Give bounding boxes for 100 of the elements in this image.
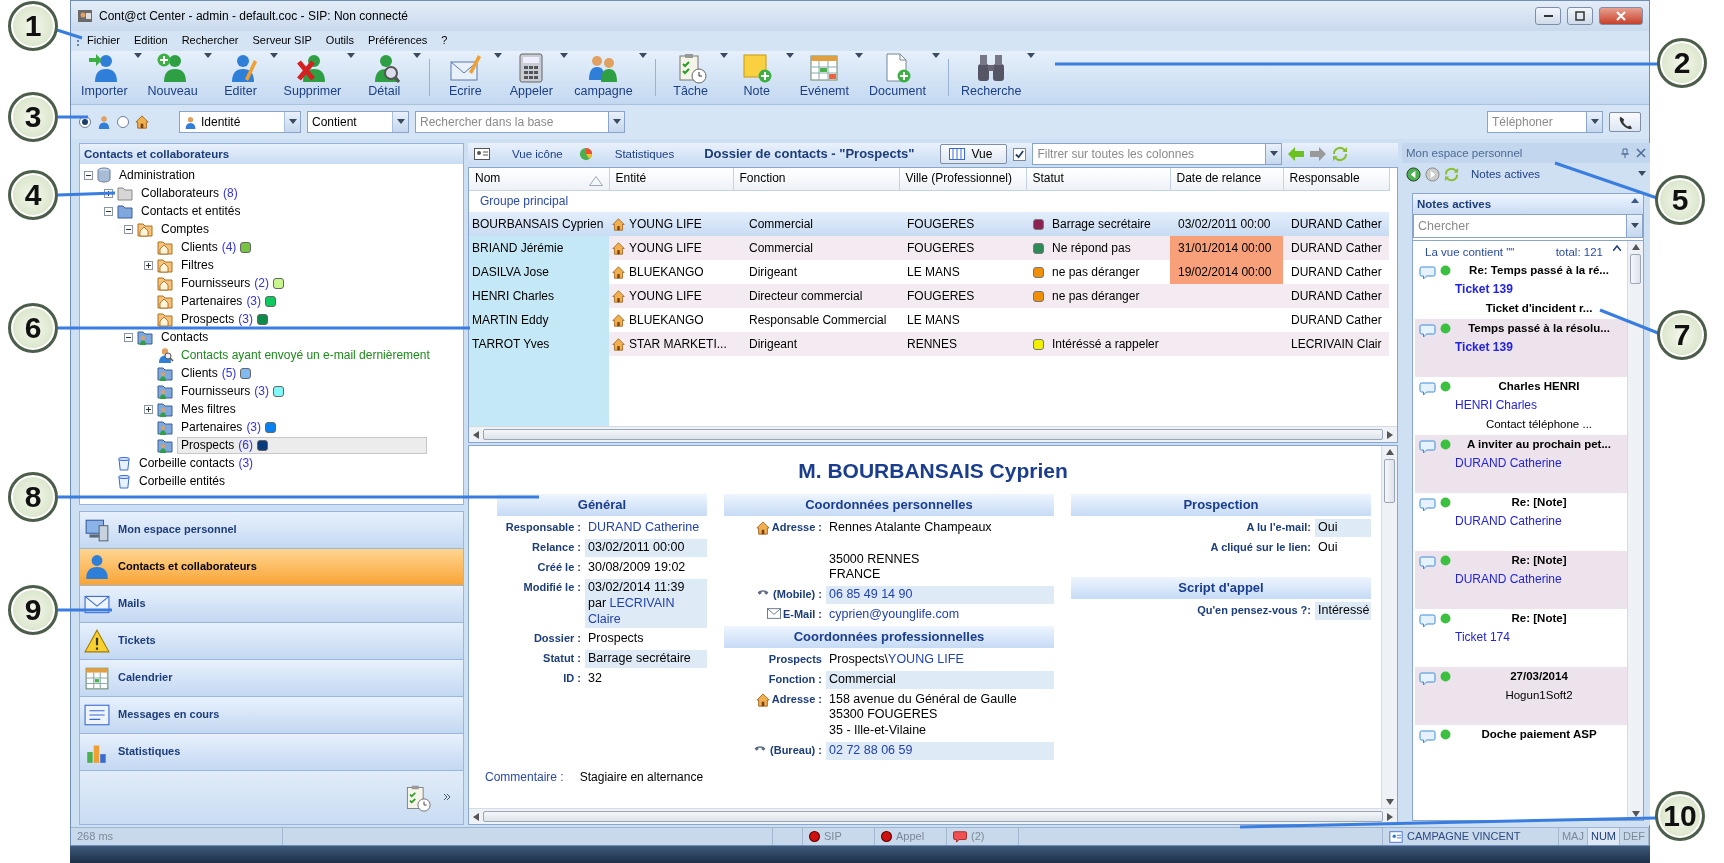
- toolbar-button[interactable]: Ecrire: [438, 53, 493, 102]
- field-dropdown[interactable]: Identité: [179, 111, 301, 133]
- dropdown-caret-icon[interactable]: [413, 53, 422, 59]
- tree-item[interactable]: Comptes: [157, 220, 214, 238]
- tree-item[interactable]: Administration: [115, 166, 200, 184]
- menu-item[interactable]: Serveur SIP: [245, 34, 319, 48]
- tree-item[interactable]: Mes filtres: [177, 400, 240, 418]
- collapse-icon[interactable]: [1613, 245, 1621, 251]
- tree-item[interactable]: Contacts ayant envoyé un e-mail dernièrement: [177, 346, 434, 364]
- menu-item[interactable]: Préférences: [360, 34, 435, 48]
- toolbar-button[interactable]: Recherche: [956, 53, 1026, 102]
- dropdown-caret-icon[interactable]: [931, 53, 940, 59]
- note-link[interactable]: HENRI Charles: [1455, 397, 1623, 413]
- note-link[interactable]: Ticket 139: [1455, 339, 1623, 355]
- dropdown-button[interactable]: [609, 111, 625, 133]
- tree-toggle[interactable]: [124, 332, 133, 342]
- tree-item[interactable]: Partenaires (3): [177, 292, 281, 310]
- tree-item[interactable]: Clients (4): [177, 238, 256, 256]
- table-row[interactable]: DASILVA Jose BLUEKANGO Dirigeant LE MANS ne pas déranger 19/02/2014 00:00 DURAND Cather: [469, 260, 1389, 284]
- tree-item[interactable]: Corbeille contacts (3): [135, 454, 258, 472]
- toolbar-button[interactable]: Détail: [357, 53, 412, 102]
- nav-item[interactable]: Messages en cours: [79, 696, 464, 734]
- column-header[interactable]: Responsable: [1283, 168, 1389, 190]
- tree-toggle[interactable]: [144, 404, 153, 414]
- minimize-button[interactable]: [1535, 7, 1561, 25]
- column-header[interactable]: Fonction: [733, 168, 899, 190]
- dropdown-caret-icon[interactable]: [785, 53, 794, 59]
- vertical-scrollbar[interactable]: [1381, 446, 1397, 808]
- tree-item[interactable]: Clients (5): [177, 364, 256, 382]
- nav-item[interactable]: Contacts et collaborateurs: [79, 548, 464, 586]
- tree-item[interactable]: Contacts: [157, 328, 213, 346]
- view-link[interactable]: Vue icône: [512, 146, 573, 162]
- tree-item[interactable]: Prospects (6): [177, 436, 427, 454]
- toolbar-button[interactable]: Nouveau: [143, 53, 202, 102]
- dropdown-caret-icon[interactable]: [347, 53, 356, 59]
- toolbar-button[interactable]: Tâche: [663, 53, 718, 102]
- horizontal-scrollbar[interactable]: [469, 426, 1397, 442]
- tree-item[interactable]: Collaborateurs (8): [137, 184, 242, 202]
- nav-item[interactable]: Mails: [79, 585, 464, 623]
- dropdown-caret-icon[interactable]: [494, 53, 503, 59]
- column-header[interactable]: Entité: [609, 168, 733, 190]
- tree-toggle[interactable]: [104, 188, 113, 198]
- note-link[interactable]: DURAND Catherine: [1455, 455, 1623, 471]
- note-link[interactable]: DURAND Catherine: [1455, 571, 1623, 587]
- chevron-icon[interactable]: [443, 792, 451, 803]
- table-row[interactable]: BOURBANSAIS Cyprien YOUNG LIFE Commercial FOUGERES Barrage secrétaire 03/02/2011 00:00 DURAND Cather: [469, 212, 1389, 236]
- dropdown-caret-icon[interactable]: [855, 53, 863, 59]
- toolbar-button[interactable]: Supprimer: [279, 53, 346, 102]
- note-link[interactable]: Ticket 174: [1455, 629, 1623, 645]
- tree-toggle[interactable]: [84, 170, 93, 180]
- note-item[interactable]: 27/03/2014 Hogun1Soft2: [1415, 667, 1627, 726]
- horizontal-scrollbar[interactable]: [469, 808, 1397, 824]
- dropdown-caret-icon[interactable]: [638, 53, 647, 59]
- notes-dropdown[interactable]: Notes actives: [1471, 166, 1634, 182]
- dropdown-caret-icon[interactable]: [288, 119, 297, 125]
- scrollbar-thumb[interactable]: [1384, 459, 1395, 503]
- tree-item[interactable]: Partenaires (3): [177, 418, 281, 436]
- menu-item[interactable]: Edition: [127, 34, 175, 48]
- tree-toggle[interactable]: [124, 224, 133, 234]
- back-icon[interactable]: [1406, 166, 1421, 182]
- toolbar-button[interactable]: Evénemt: [795, 53, 853, 102]
- scrollbar-thumb[interactable]: [1630, 254, 1641, 284]
- tree-item[interactable]: Filtres: [177, 256, 218, 274]
- dropdown-caret-icon[interactable]: [719, 53, 728, 59]
- toolbar-button[interactable]: Document: [865, 53, 930, 102]
- toolbar-button[interactable]: Appeler: [504, 53, 559, 102]
- note-item[interactable]: Re: [Note] Ticket 174: [1415, 609, 1627, 668]
- statistics-link[interactable]: Statistiques: [614, 146, 685, 162]
- tree-item[interactable]: Fournisseurs (2): [177, 274, 289, 292]
- toolbar-button[interactable]: Editer: [213, 53, 268, 102]
- note-link[interactable]: Ticket 139: [1455, 281, 1623, 297]
- dropdown-caret-icon[interactable]: [1638, 171, 1646, 177]
- filter-checkbox[interactable]: [1013, 147, 1027, 161]
- table-row[interactable]: TARROT Yves STAR MARKETI... Dirigeant RENNES Intéréssé a rappeler LECRIVAIN Clair: [469, 332, 1389, 356]
- tree-toggle[interactable]: [104, 206, 113, 216]
- nav-item[interactable]: Statistiques: [79, 733, 464, 771]
- column-header[interactable]: Date de relance: [1170, 168, 1283, 190]
- filter-field[interactable]: Filtrer sur toutes les colonnes: [1032, 143, 1267, 165]
- column-header[interactable]: Ville (Professionnel): [899, 168, 1026, 190]
- note-item[interactable]: Charles HENRI HENRI Charles Contact téléphone ...: [1415, 377, 1627, 436]
- pin-icon[interactable]: [1620, 148, 1630, 158]
- radio-button[interactable]: [117, 116, 129, 128]
- nav-item[interactable]: Mon espace personnel: [79, 511, 464, 549]
- toolbar-button[interactable]: campagne: [570, 53, 637, 102]
- note-item[interactable]: Doche paiement ASP: [1415, 725, 1627, 784]
- menu-item[interactable]: Fichier: [80, 34, 127, 48]
- call-button[interactable]: [1609, 112, 1641, 132]
- nav-item[interactable]: Tickets: [79, 622, 464, 660]
- dropdown-button[interactable]: [1627, 214, 1643, 238]
- note-item[interactable]: Re: Temps passé à la ré... Ticket 139 Ticket d'incident r...: [1415, 261, 1627, 320]
- note-item[interactable]: Temps passé à la résolu... Ticket 139: [1415, 319, 1627, 378]
- search-field[interactable]: Chercher: [1413, 214, 1627, 238]
- tree-item[interactable]: Corbeille entités: [135, 472, 230, 490]
- dropdown-caret-icon[interactable]: [396, 119, 405, 125]
- dropdown-button[interactable]: [1266, 143, 1283, 165]
- dropdown-caret-icon[interactable]: [133, 53, 142, 59]
- dropdown-caret-icon[interactable]: [269, 53, 278, 59]
- collapse-icon[interactable]: [1631, 197, 1639, 203]
- table-row[interactable]: HENRI Charles YOUNG LIFE Directeur commercial FOUGERES ne pas déranger DURAND Cather: [469, 284, 1389, 308]
- dropdown-caret-icon[interactable]: [560, 53, 569, 59]
